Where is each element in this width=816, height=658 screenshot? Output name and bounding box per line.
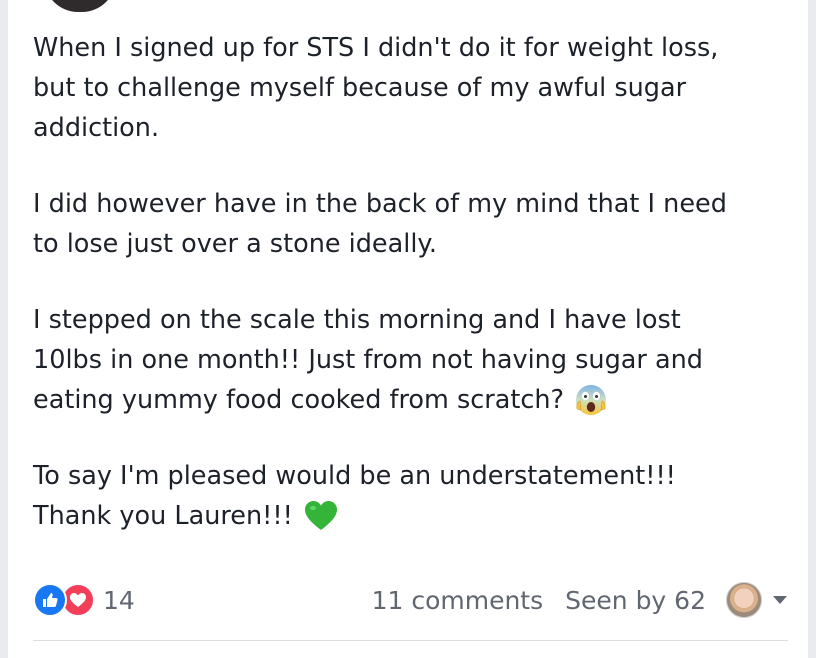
reaction-count: 14 [103, 585, 135, 615]
comments-link[interactable]: 11 comments [372, 586, 544, 615]
like-reaction-icon [33, 583, 67, 617]
post-line: to lose just over a stone ideally. [33, 229, 437, 259]
viewer-avatar[interactable] [726, 582, 762, 618]
screaming-face-icon [576, 385, 607, 415]
seen-by-link[interactable]: Seen by 62 [565, 586, 706, 615]
post-line-text: Thank you Lauren!!! [33, 501, 293, 531]
post-line-with-emoji: eating yummy food cooked from scratch? [33, 380, 793, 420]
green-heart-icon [304, 501, 337, 530]
post-line: To say I'm pleased would be an understat… [33, 461, 676, 491]
divider [33, 640, 788, 641]
post-footer: 14 11 comments Seen by 62 [33, 578, 788, 622]
author-avatar[interactable] [44, 0, 116, 12]
post-line: 10lbs in one month!! Just from not havin… [33, 345, 703, 375]
post-line-text: eating yummy food cooked from scratch? [33, 385, 565, 415]
post-line-with-emoji: Thank you Lauren!!! [33, 496, 793, 536]
chevron-down-icon[interactable] [772, 595, 788, 605]
post-line: I stepped on the scale this morning and … [33, 305, 681, 335]
post-line: but to challenge myself because of my aw… [33, 73, 687, 103]
post-body: When I signed up for STS I didn't do it … [33, 28, 793, 536]
post-card: When I signed up for STS I didn't do it … [8, 0, 808, 658]
post-line: addiction. [33, 113, 160, 143]
reactions-summary[interactable]: 14 [33, 583, 135, 617]
post-line: When I signed up for STS I didn't do it … [33, 33, 719, 63]
post-line: I did however have in the back of my min… [33, 189, 727, 219]
